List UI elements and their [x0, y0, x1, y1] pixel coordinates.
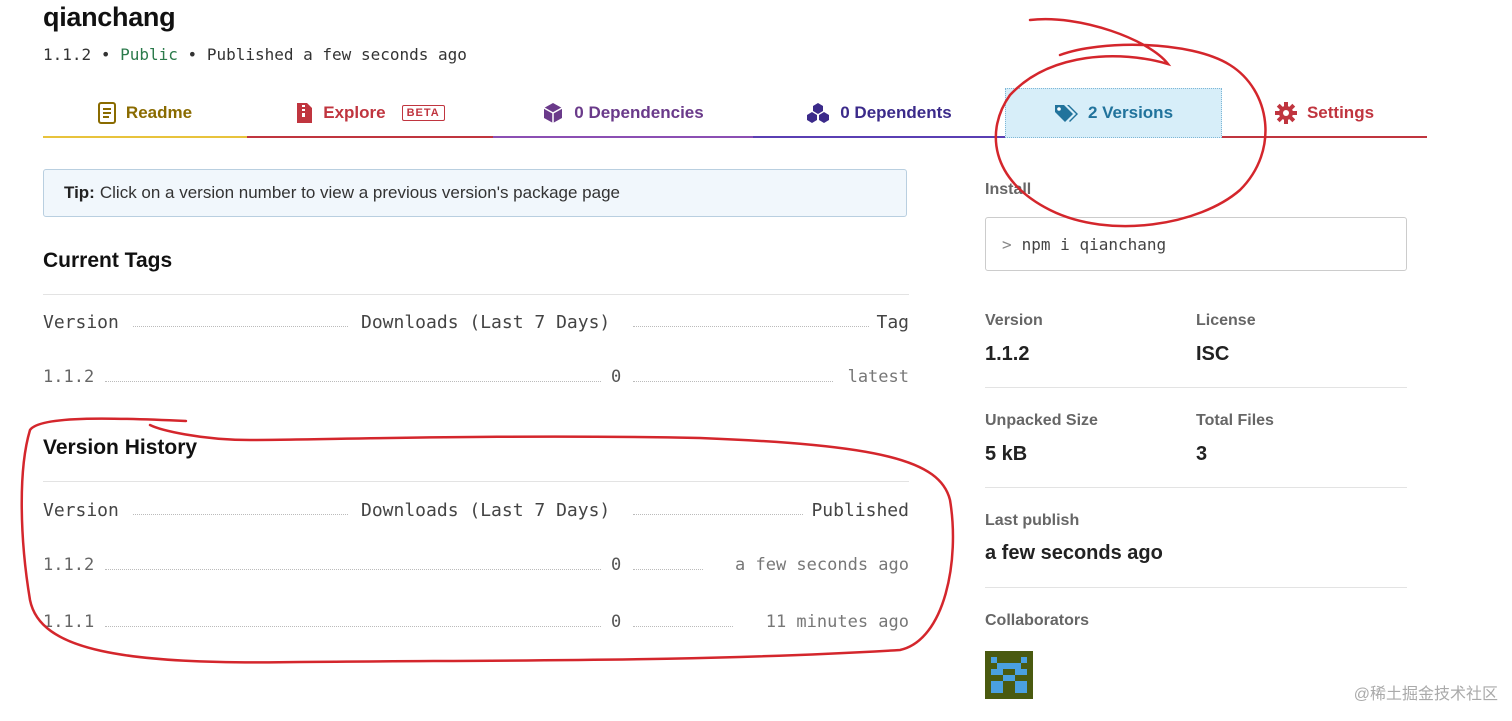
column-header-version: Version: [43, 312, 119, 333]
current-tags-header: Version Downloads (Last 7 Days) Tag: [43, 312, 909, 336]
tab-underline: [753, 136, 1005, 138]
dotted-leader: [105, 569, 601, 570]
dotted-leader: [133, 326, 348, 327]
tip-text: Click on a version number to view a prev…: [99, 183, 620, 202]
tab-dependents[interactable]: 0 Dependents: [753, 88, 1005, 138]
version-value: 1.1.2: [985, 343, 1030, 365]
zip-file-icon: [295, 102, 313, 124]
separator: •: [187, 45, 198, 64]
version-link[interactable]: 1.1.2: [43, 367, 95, 387]
tab-explore[interactable]: Explore BETA: [247, 88, 493, 138]
downloads-count: 0: [611, 367, 622, 387]
last-publish-label: Last publish: [985, 512, 1080, 529]
dotted-leader: [633, 326, 869, 327]
divider: [985, 387, 1407, 388]
column-header-version: Version: [43, 500, 119, 521]
package-name: qianchang: [43, 2, 176, 32]
dotted-leader: [633, 381, 833, 382]
published-label: Published a few seconds ago: [206, 45, 467, 64]
dotted-leader: [105, 381, 601, 382]
collaborator-avatar[interactable]: [985, 651, 1033, 699]
table-row: 1.1.2 0 latest: [43, 367, 909, 391]
unpacked-size-value: 5 kB: [985, 443, 1028, 465]
tab-settings[interactable]: Settings: [1222, 88, 1427, 138]
column-header-published: Published: [811, 500, 909, 521]
current-tags-title: Current Tags: [43, 249, 173, 272]
package-meta: 1.1.2 • Public • Published a few seconds…: [43, 45, 467, 64]
divider: [985, 587, 1407, 588]
unpacked-size-label: Unpacked Size: [985, 412, 1098, 429]
version-history-header: Version Downloads (Last 7 Days) Publishe…: [43, 500, 909, 524]
collaborators-label: Collaborators: [985, 612, 1090, 629]
divider: [43, 481, 909, 482]
dotted-leader: [633, 626, 733, 627]
dotted-leader: [105, 626, 601, 627]
gear-icon: [1274, 102, 1297, 124]
total-files-label: Total Files: [1196, 412, 1274, 429]
downloads-count: 0: [611, 555, 622, 575]
package-version: 1.1.2: [43, 45, 92, 64]
tip-label: Tip:: [64, 183, 95, 202]
published-time: a few seconds ago: [735, 555, 909, 575]
tags-icon: [1054, 103, 1078, 123]
package-tabs: Readme Explore BETA 0 Dependencies 0 Dep…: [43, 88, 1427, 141]
cubes-icon: [806, 102, 830, 124]
visibility-label: Public: [120, 45, 178, 64]
tab-label: Readme: [125, 103, 193, 122]
column-header-tag: Tag: [876, 312, 909, 333]
version-link[interactable]: 1.1.1: [43, 612, 95, 632]
dotted-leader: [133, 514, 348, 515]
tab-underline: [493, 136, 753, 138]
install-command-box[interactable]: > npm i qianchang: [985, 217, 1407, 271]
tab-dependencies[interactable]: 0 Dependencies: [493, 88, 753, 138]
license-value: ISC: [1196, 343, 1230, 365]
tab-underline: [247, 136, 493, 138]
version-label: Version: [985, 312, 1043, 329]
dotted-leader: [633, 569, 703, 570]
prompt-icon: >: [1002, 234, 1012, 254]
beta-badge: BETA: [401, 105, 445, 121]
license-label: License: [1196, 312, 1256, 329]
divider: [43, 294, 909, 295]
tab-underline: [1222, 136, 1427, 138]
tab-versions[interactable]: 2 Versions: [1005, 88, 1222, 138]
last-publish-value: a few seconds ago: [985, 542, 1163, 564]
box-icon: [542, 102, 564, 124]
watermark: @稀土掘金技术社区: [1353, 686, 1498, 703]
version-link[interactable]: 1.1.2: [43, 555, 95, 575]
total-files-value: 3: [1196, 443, 1208, 465]
column-header-downloads: Downloads (Last 7 Days): [361, 312, 611, 333]
column-header-downloads: Downloads (Last 7 Days): [361, 500, 611, 521]
install-label: Install: [985, 181, 1032, 198]
published-time: 11 minutes ago: [765, 612, 909, 632]
table-row: 1.1.1 0 11 minutes ago: [43, 612, 909, 636]
readme-icon: [97, 102, 116, 124]
downloads-count: 0: [611, 612, 622, 632]
tab-label: 2 Versions: [1087, 103, 1174, 122]
tip-box: Tip: Click on a version number to view a…: [43, 169, 907, 217]
dotted-leader: [633, 514, 803, 515]
separator: •: [100, 45, 111, 64]
tab-label: 0 Dependents: [840, 103, 952, 122]
version-history-title: Version History: [43, 436, 198, 459]
divider: [985, 487, 1407, 488]
table-row: 1.1.2 0 a few seconds ago: [43, 555, 909, 579]
tab-label: Explore: [323, 103, 386, 122]
tag-name: latest: [847, 367, 909, 387]
tab-label: Settings: [1306, 103, 1375, 122]
tab-label: 0 Dependencies: [574, 103, 704, 122]
tab-readme[interactable]: Readme: [43, 88, 247, 138]
tab-underline: [43, 136, 247, 138]
install-command: npm i qianchang: [1021, 234, 1167, 254]
